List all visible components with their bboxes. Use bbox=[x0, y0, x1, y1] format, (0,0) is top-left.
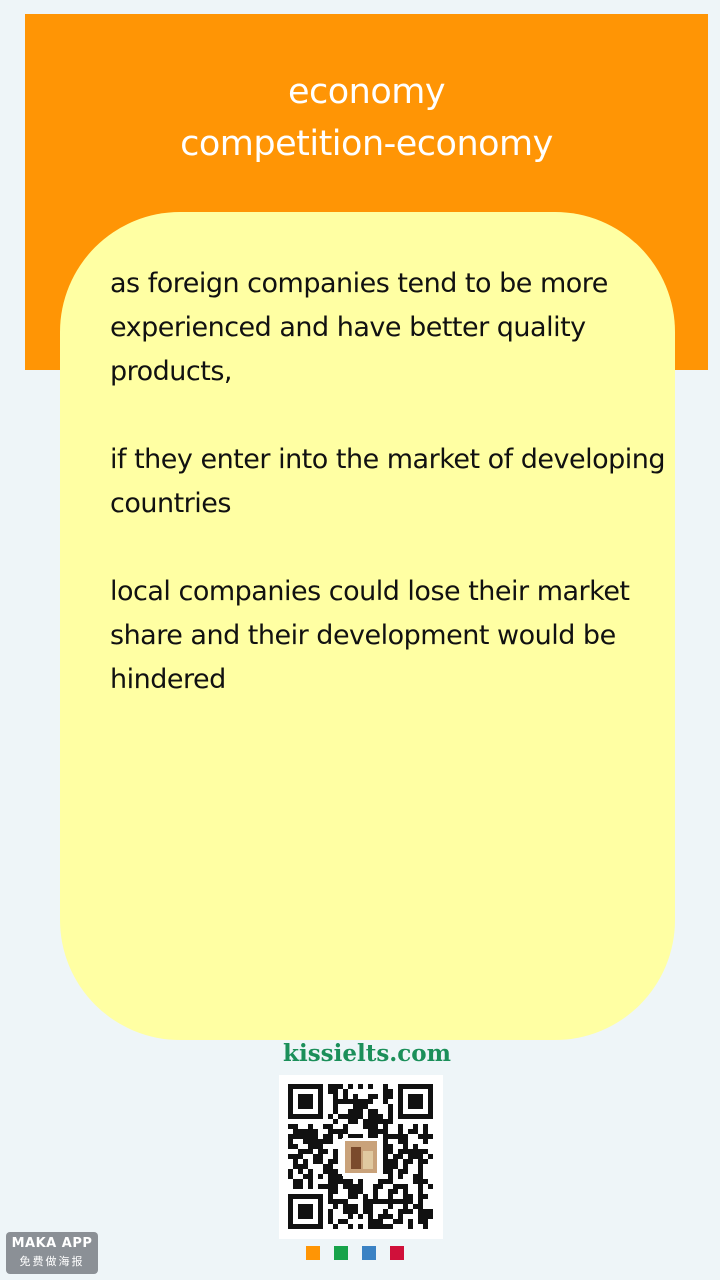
badge-subtitle: 免费做海报 bbox=[19, 1255, 85, 1268]
paragraph-1: as foreign companies tend to be more exp… bbox=[110, 268, 608, 387]
title-line-2: competition-economy bbox=[180, 124, 553, 164]
color-dot bbox=[334, 1246, 348, 1260]
card-text: as foreign companies tend to be more exp… bbox=[110, 262, 670, 746]
color-dot bbox=[390, 1246, 404, 1260]
qr-code-icon bbox=[288, 1084, 433, 1229]
color-dot bbox=[306, 1246, 320, 1260]
qr-code bbox=[279, 1075, 443, 1239]
color-dot bbox=[362, 1246, 376, 1260]
paragraph-2: if they enter into the market of develop… bbox=[110, 444, 666, 519]
site-link[interactable]: kissielts.com bbox=[0, 1040, 720, 1067]
maka-app-badge[interactable]: MAKA APP 免费做海报 bbox=[6, 1232, 98, 1274]
page-title: economy competition-economy bbox=[25, 66, 708, 170]
paragraph-3: local companies could lose their market … bbox=[110, 576, 630, 695]
content-card: as foreign companies tend to be more exp… bbox=[60, 212, 675, 1040]
title-line-1: economy bbox=[287, 72, 446, 112]
badge-title: MAKA APP bbox=[11, 1236, 93, 1251]
